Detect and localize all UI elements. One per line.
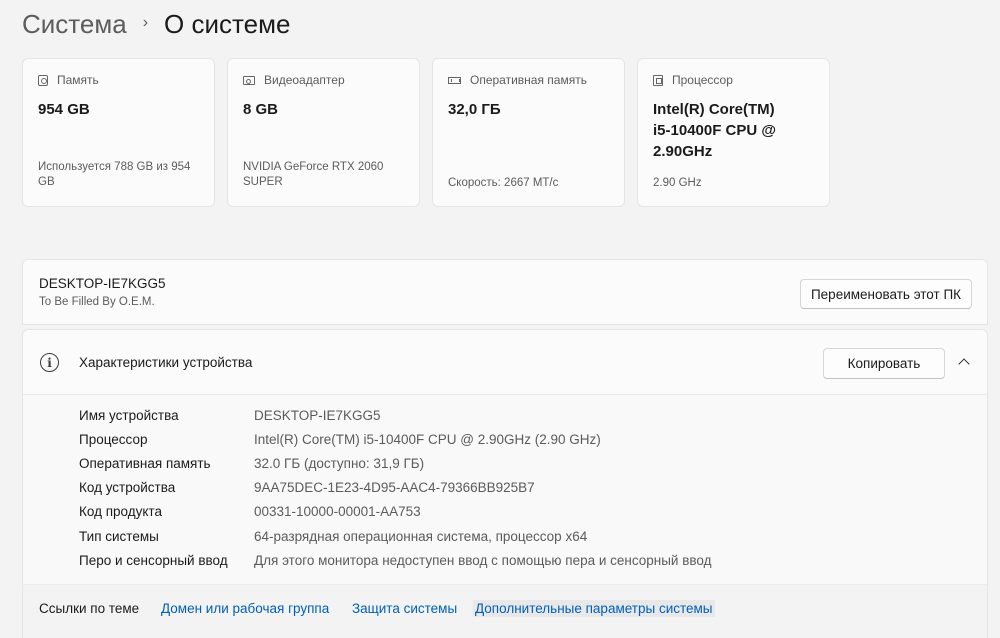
spec-val: Для этого монитора недоступен ввод с пом… <box>254 552 712 568</box>
spec-value: 954 GB <box>38 101 90 118</box>
link-domain-workgroup[interactable]: Домен или рабочая группа <box>161 601 329 616</box>
spec-key: Имя устройства <box>79 407 179 423</box>
spec-value: Intel(R) Core(TM) i5-10400F CPU @ 2.90GH… <box>653 101 777 160</box>
device-specs-panel: i Характеристики устройства Копировать И… <box>22 329 988 638</box>
spec-caption: Процессор <box>672 73 733 87</box>
link-advanced-system-settings[interactable]: Дополнительные параметры системы <box>473 600 715 617</box>
related-links-title: Ссылки по теме <box>39 601 140 616</box>
rename-pc-button[interactable]: Переименовать этот ПК <box>800 279 972 309</box>
spec-card-gpu: Видеоадаптер 8 GB NVIDIA GeForce RTX 206… <box>227 58 420 207</box>
spec-val: 00331-10000-00001-AA753 <box>254 504 421 520</box>
spec-key: Код устройства <box>79 480 176 496</box>
storage-icon <box>38 74 48 86</box>
page-title: О системе <box>164 8 291 39</box>
spec-card-ram: Оперативная память 32,0 ГБ Скорость: 266… <box>432 58 625 207</box>
spec-key: Процессор <box>79 431 148 447</box>
pc-name: DESKTOP-IE7KGG5 <box>39 276 166 291</box>
device-specs-header[interactable]: i Характеристики устройства Копировать <box>23 330 987 395</box>
pc-model: To Be Filled By O.E.M. <box>39 296 155 308</box>
spec-key: Перо и сенсорный ввод <box>79 552 228 568</box>
spec-card-cpu: Процессор Intel(R) Core(TM) i5-10400F CP… <box>637 58 830 207</box>
info-icon: i <box>40 353 59 372</box>
spec-row-pen-touch: Перо и сенсорный ввод Для этого монитора … <box>79 548 712 572</box>
spec-row-product-id: Код продукта 00331-10000-00001-AA753 <box>79 500 712 524</box>
spec-caption: Память <box>57 73 99 87</box>
spec-row-device-id: Код устройства 9AA75DEC-1E23-4D95-AAC4-79… <box>79 476 712 500</box>
copy-button[interactable]: Копировать <box>823 348 945 379</box>
spec-row-device-name: Имя устройства DESKTOP-IE7KGG5 <box>79 403 712 427</box>
breadcrumb-chevron-icon: › <box>142 14 149 31</box>
spec-key: Код продукта <box>79 504 162 520</box>
pc-name-panel: DESKTOP-IE7KGG5 To Be Filled By O.E.M. П… <box>22 259 988 325</box>
spec-caption: Оперативная память <box>470 73 587 87</box>
spec-key: Тип системы <box>79 528 159 544</box>
spec-row-processor: Процессор Intel(R) Core(TM) i5-10400F CPU… <box>79 427 712 451</box>
breadcrumb-parent-link[interactable]: Система <box>22 9 127 40</box>
link-system-protection[interactable]: Защита системы <box>352 601 457 616</box>
ram-icon <box>448 76 461 84</box>
spec-sub: Используется 788 GB из 954 GB <box>38 161 191 188</box>
spec-val: Intel(R) Core(TM) i5-10400F CPU @ 2.90GH… <box>254 431 601 447</box>
spec-val: 9AA75DEC-1E23-4D95-AAC4-79366BB925B7 <box>254 480 535 496</box>
cpu-icon <box>653 74 663 86</box>
related-links-bar: Ссылки по теме Домен или рабочая группа … <box>23 584 987 638</box>
spec-val: DESKTOP-IE7KGG5 <box>254 407 381 423</box>
spec-key: Оперативная память <box>79 455 211 471</box>
breadcrumb: Система › О системе <box>22 8 290 40</box>
spec-val: 64-разрядная операционная система, проце… <box>254 528 588 544</box>
spec-caption: Видеоадаптер <box>264 73 345 87</box>
gpu-icon <box>243 75 255 85</box>
device-specs-list: Имя устройства DESKTOP-IE7KGG5 Процессор I… <box>79 403 712 572</box>
spec-val: 32.0 ГБ (доступно: 31,9 ГБ) <box>254 455 425 471</box>
spec-value: 8 GB <box>243 101 279 118</box>
spec-card-storage: Память 954 GB Используется 788 GB из 954… <box>22 58 215 207</box>
spec-row-ram: Оперативная память 32.0 ГБ (доступно: 31,… <box>79 451 712 475</box>
spec-value: 32,0 ГБ <box>448 101 501 118</box>
spec-row-system-type: Тип системы 64-разрядная операционная сис… <box>79 524 712 548</box>
device-specs-title: Характеристики устройства <box>79 355 253 370</box>
spec-sub: NVIDIA GeForce RTX 2060 SUPER <box>243 161 384 188</box>
chevron-up-icon[interactable] <box>957 356 971 370</box>
spec-sub: 2.90 GHz <box>653 177 702 189</box>
spec-sub: Скорость: 2667 МТ/с <box>448 177 559 189</box>
